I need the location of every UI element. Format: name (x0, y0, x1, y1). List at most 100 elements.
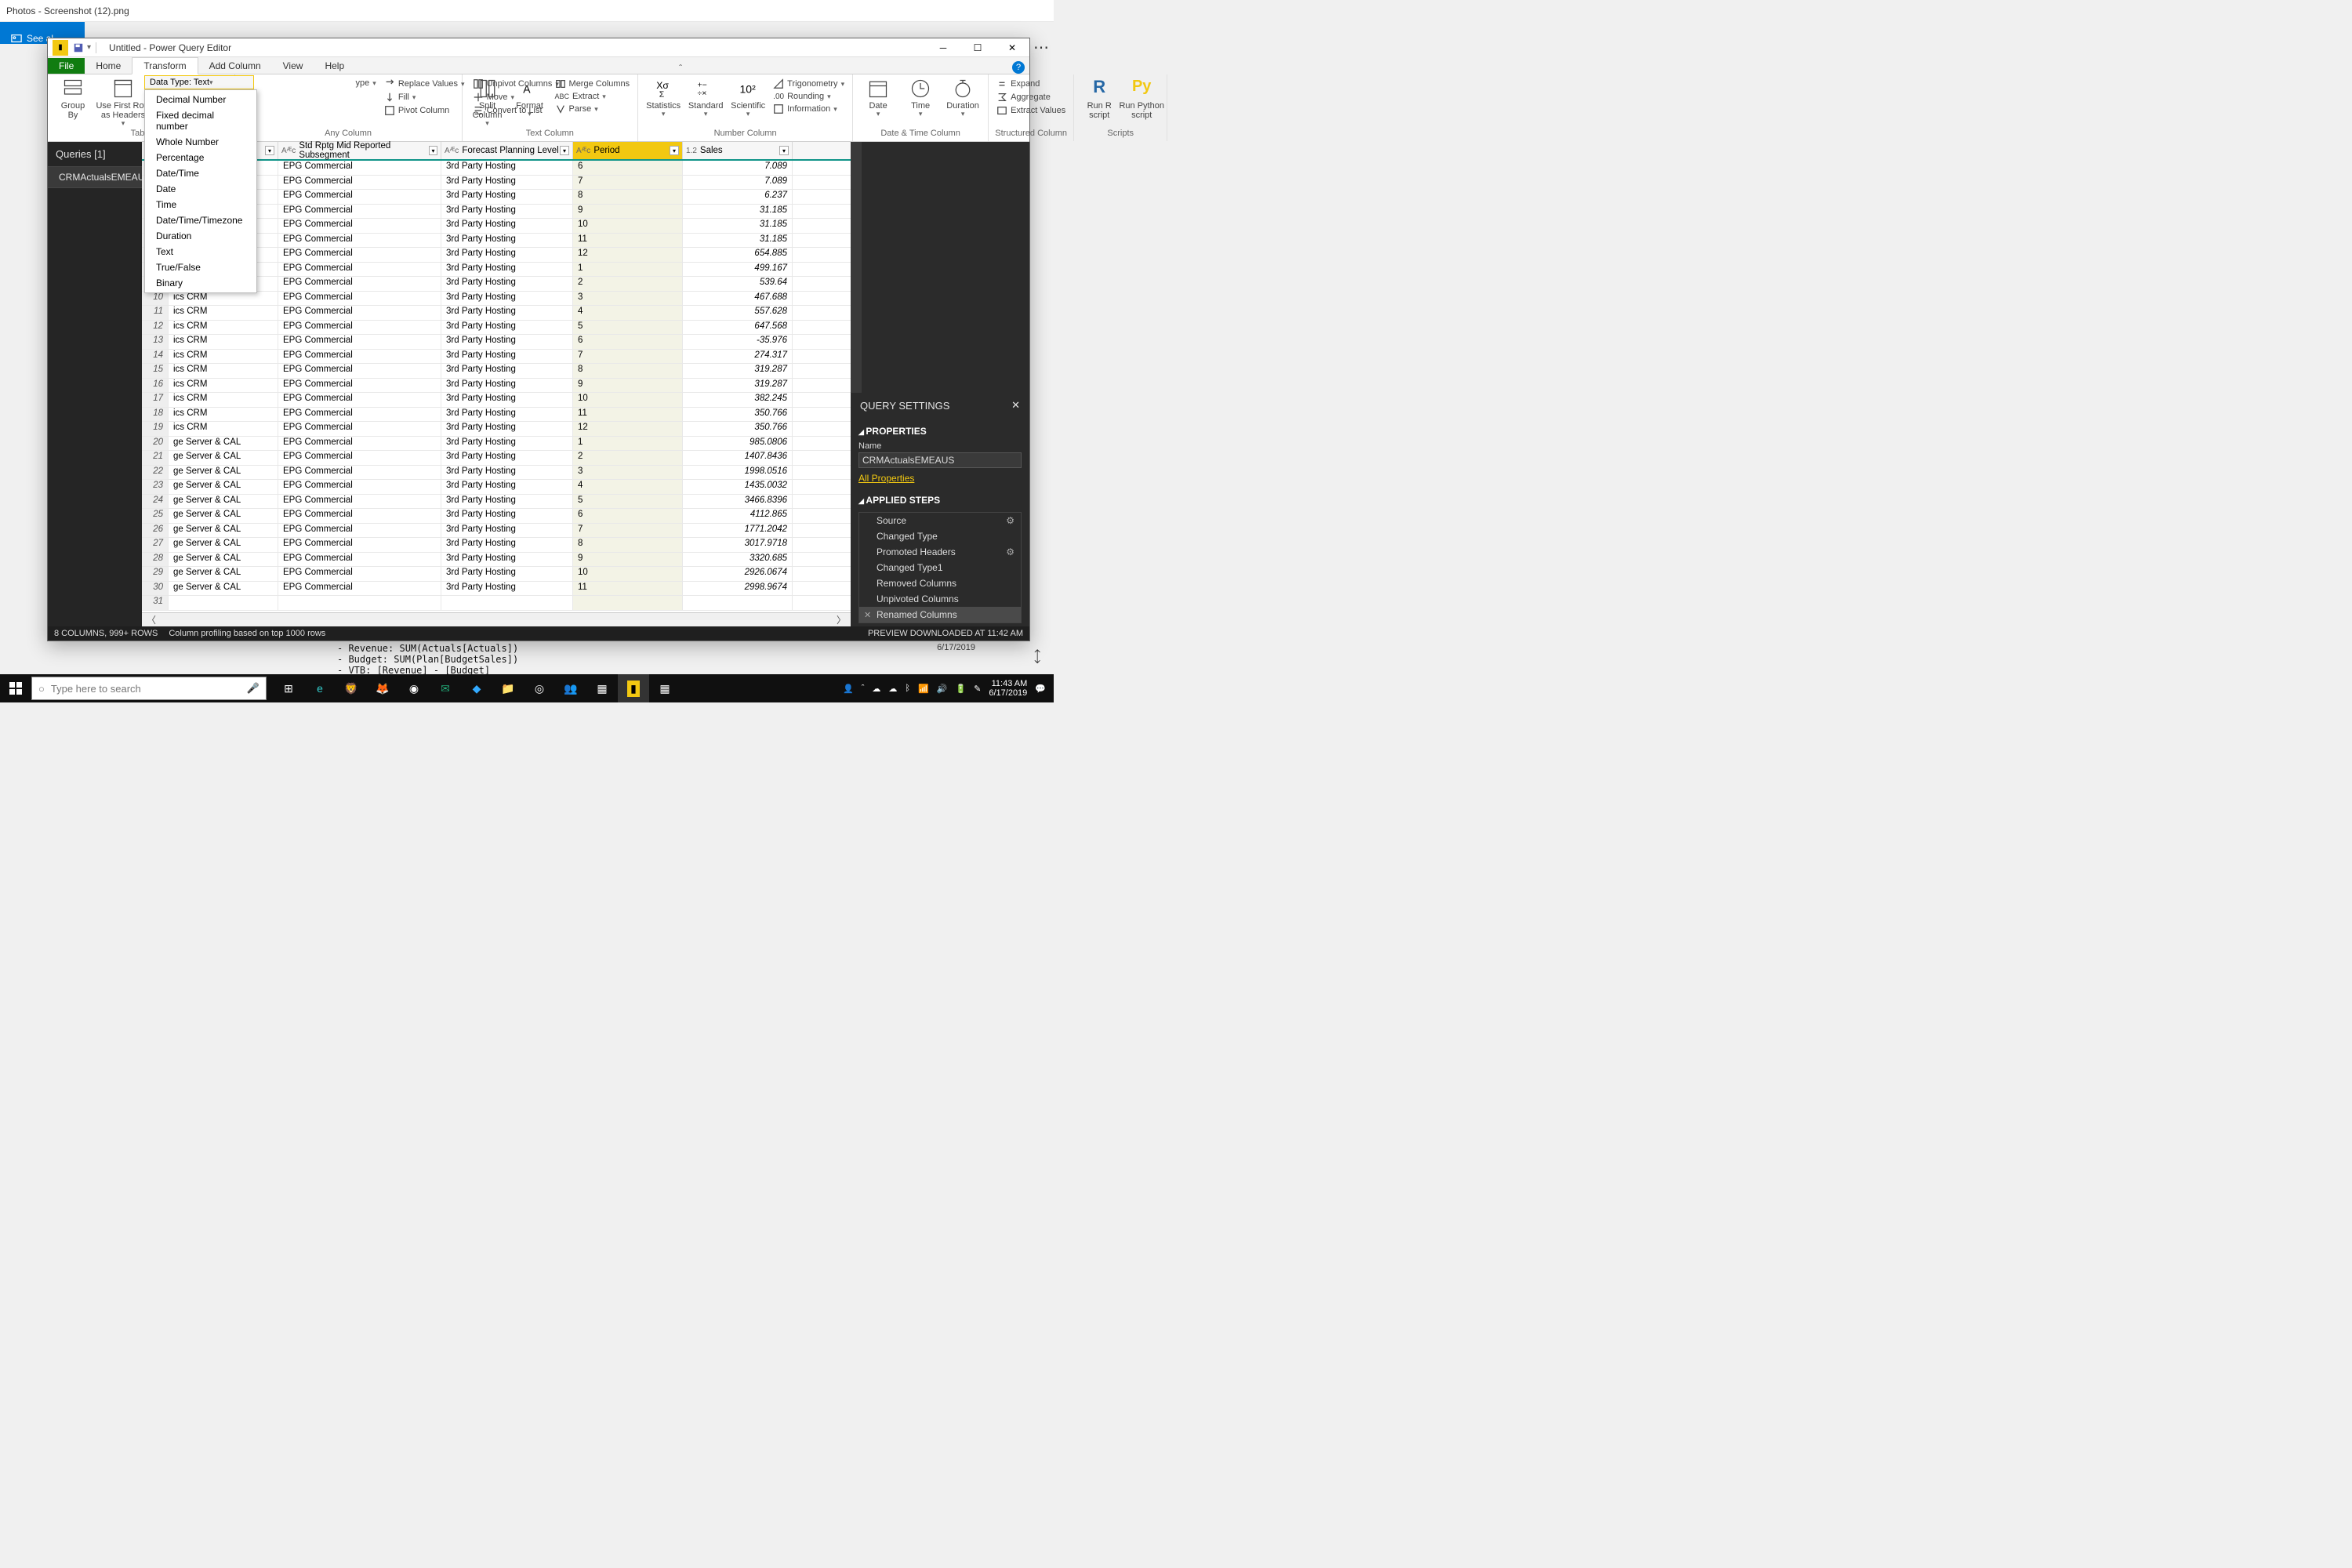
date-button[interactable]: Date (858, 78, 898, 118)
table-row[interactable]: 14ics CRMEPG Commercial3rd Party Hosting… (142, 350, 851, 365)
scroll-right-icon[interactable]: 〉 (837, 613, 846, 626)
applied-step[interactable]: Source⚙ (859, 513, 1021, 528)
parse-button[interactable]: Parse (552, 103, 633, 115)
merge-columns-button[interactable]: Merge Columns (552, 78, 633, 90)
rounding-button[interactable]: .00Rounding (770, 91, 848, 102)
table-row[interactable]: 25ge Server & CALEPG Commercial3rd Party… (142, 509, 851, 524)
delete-step-icon[interactable]: ✕ (864, 610, 871, 620)
statistics-button[interactable]: ΧσΣStatistics (643, 78, 684, 118)
close-settings-icon[interactable]: ✕ (1011, 399, 1020, 412)
use-first-row-button[interactable]: Use First Row as Headers (95, 78, 151, 128)
data-type-option[interactable]: Text (145, 244, 256, 260)
extract-button[interactable]: ABCExtract (552, 91, 633, 102)
table-row[interactable]: 30ge Server & CALEPG Commercial3rd Party… (142, 582, 851, 597)
table-row[interactable]: 20ge Server & CALEPG Commercial3rd Party… (142, 437, 851, 452)
edge-icon[interactable]: e (304, 674, 336, 702)
chrome-icon[interactable]: ◉ (398, 674, 430, 702)
notifications-icon[interactable]: 💬 (1035, 684, 1046, 694)
outlook-icon[interactable]: ✉ (430, 674, 461, 702)
help-icon[interactable]: ? (1012, 61, 1025, 74)
tab-file[interactable]: File (48, 58, 85, 74)
group-by-button[interactable]: Group By (53, 78, 93, 120)
app-icon-3[interactable]: ▦ (586, 674, 618, 702)
horizontal-scrollbar[interactable]: 〈 〉 (142, 612, 851, 626)
table-row[interactable]: 18ics CRMEPG Commercial3rd Party Hosting… (142, 408, 851, 423)
table-row[interactable]: 31 (142, 596, 851, 611)
data-type-option[interactable]: Binary (145, 275, 256, 291)
table-row[interactable]: 28ge Server & CALEPG Commercial3rd Party… (142, 553, 851, 568)
tab-help[interactable]: Help (314, 58, 355, 74)
extract-values-button[interactable]: Extract Values (993, 104, 1069, 117)
duration-button[interactable]: Duration (942, 78, 983, 118)
run-r-button[interactable]: RRun R script (1079, 78, 1120, 120)
tray-chevron-icon[interactable]: ˆ (862, 684, 865, 693)
applied-step[interactable]: Changed Type (859, 528, 1021, 544)
teams-icon[interactable]: 👥 (555, 674, 586, 702)
onedrive2-icon[interactable]: ☁ (888, 684, 897, 694)
table-row[interactable]: 24ge Server & CALEPG Commercial3rd Party… (142, 495, 851, 510)
mic-icon[interactable]: 🎤 (247, 682, 260, 695)
data-type-option[interactable]: Date/Time/Timezone (145, 212, 256, 228)
firefox-icon[interactable]: 🦊 (367, 674, 398, 702)
applied-step[interactable]: Changed Type1 (859, 560, 1021, 575)
table-row[interactable]: 10ics CRMEPG Commercial3rd Party Hosting… (142, 292, 851, 307)
start-button[interactable] (0, 674, 31, 702)
time-button[interactable]: Time (900, 78, 941, 118)
app-icon[interactable]: ◆ (461, 674, 492, 702)
table-row[interactable]: 13ics CRMEPG Commercial3rd Party Hosting… (142, 335, 851, 350)
collapse-ribbon-icon[interactable]: ˆ (679, 63, 682, 74)
scientific-button[interactable]: 10²Scientific (728, 78, 768, 118)
close-button[interactable]: ✕ (995, 38, 1029, 57)
scroll-left-icon[interactable]: 〈 (147, 613, 156, 626)
detect-type-button[interactable]: ype (353, 78, 379, 89)
column-header-subsegment[interactable]: AᴭcStd Rptg Mid Reported Subsegment▾ (278, 142, 441, 159)
powerbi-icon[interactable]: ▮ (618, 674, 649, 702)
tab-add-column[interactable]: Add Column (198, 58, 272, 74)
table-row[interactable]: 22ge Server & CALEPG Commercial3rd Party… (142, 466, 851, 481)
gear-icon[interactable]: ⚙ (1006, 546, 1014, 557)
applied-step[interactable]: Removed Columns (859, 575, 1021, 591)
table-row[interactable]: 12ics CRMEPG Commercial3rd Party Hosting… (142, 321, 851, 336)
query-item[interactable]: CRMActualsEMEAU (48, 166, 142, 188)
trigonometry-button[interactable]: Trigonometry (770, 78, 848, 90)
column-header-period[interactable]: AᴭcPeriod▾ (573, 142, 683, 159)
table-row[interactable]: 23ge Server & CALEPG Commercial3rd Party… (142, 480, 851, 495)
all-properties-link[interactable]: All Properties (858, 468, 914, 484)
save-icon[interactable] (73, 42, 84, 53)
format-button[interactable]: AFormat (510, 78, 550, 118)
information-button[interactable]: Information (770, 103, 848, 115)
photos-more-icon[interactable]: ⋯ (1033, 38, 1051, 57)
brave-icon[interactable]: 🦁 (336, 674, 367, 702)
standard-button[interactable]: +−÷×Standard (685, 78, 726, 118)
volume-icon[interactable]: 🔊 (937, 684, 948, 694)
column-header-forecast[interactable]: AᴭcForecast Planning Level▾ (441, 142, 573, 159)
properties-header[interactable]: PROPERTIES (858, 421, 1022, 440)
table-row[interactable]: 15ics CRMEPG Commercial3rd Party Hosting… (142, 364, 851, 379)
data-type-option[interactable]: Decimal Number (145, 92, 256, 107)
tab-transform[interactable]: Transform (132, 57, 198, 74)
data-type-option[interactable]: Date (145, 181, 256, 197)
table-row[interactable]: 21ge Server & CALEPG Commercial3rd Party… (142, 451, 851, 466)
data-type-option[interactable]: Time (145, 197, 256, 212)
data-type-option[interactable]: Whole Number (145, 134, 256, 150)
applied-step[interactable]: ✕Renamed Columns (859, 607, 1021, 622)
table-row[interactable]: 11ics CRMEPG Commercial3rd Party Hosting… (142, 306, 851, 321)
people-icon[interactable]: 👤 (843, 684, 854, 694)
wifi-icon[interactable]: 📶 (918, 684, 929, 694)
table-row[interactable]: 26ge Server & CALEPG Commercial3rd Party… (142, 524, 851, 539)
taskbar-clock[interactable]: 11:43 AM 6/17/2019 (989, 679, 1027, 698)
applied-steps-header[interactable]: APPLIED STEPS (858, 490, 1022, 509)
app-icon-2[interactable]: ◎ (524, 674, 555, 702)
table-row[interactable]: 16ics CRMEPG Commercial3rd Party Hosting… (142, 379, 851, 394)
gear-icon[interactable]: ⚙ (1006, 515, 1014, 526)
tab-view[interactable]: View (272, 58, 314, 74)
table-row[interactable]: 19ics CRMEPG Commercial3rd Party Hosting… (142, 422, 851, 437)
app-icon-4[interactable]: ▦ (649, 674, 681, 702)
pen-icon[interactable]: ✎ (974, 684, 981, 694)
replace-values-button[interactable]: Replace Values (381, 78, 468, 90)
table-row[interactable]: 29ge Server & CALEPG Commercial3rd Party… (142, 567, 851, 582)
query-name-input[interactable] (858, 452, 1022, 468)
table-row[interactable]: 17ics CRMEPG Commercial3rd Party Hosting… (142, 393, 851, 408)
table-row[interactable]: 27ge Server & CALEPG Commercial3rd Party… (142, 538, 851, 553)
maximize-button[interactable]: ☐ (960, 38, 995, 57)
